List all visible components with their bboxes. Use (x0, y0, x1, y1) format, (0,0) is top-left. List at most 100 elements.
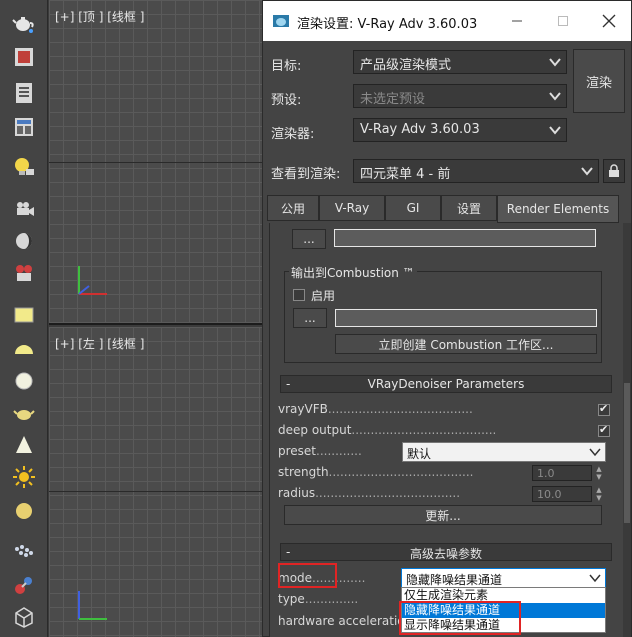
vrayvfb-label: vrayVFB (278, 402, 328, 416)
preset-label: 预设: (271, 93, 302, 108)
preset-select[interactable]: 未选定预设 (353, 84, 567, 108)
tab-gi[interactable]: GI (385, 195, 441, 221)
mode-value: 隐藏降噪结果通道 (406, 573, 503, 587)
viewport-top-label[interactable]: [+] [顶 ] [线框 ] (55, 8, 144, 25)
update-button[interactable]: 更新... (284, 505, 602, 525)
dots: ............ (316, 444, 362, 458)
target-label: 目标: (271, 59, 302, 74)
radius-label: radius (278, 486, 316, 500)
spinner-arrows-icon[interactable]: ▲ ▼ (594, 486, 604, 502)
close-button[interactable] (587, 1, 631, 41)
options-highlight-box (399, 601, 521, 635)
light-bulb-icon[interactable] (10, 154, 38, 180)
title-bar[interactable]: 渲染设置: V-Ray Adv 3.60.03 (263, 1, 631, 41)
maximize-button[interactable] (541, 1, 585, 41)
render-settings-dialog: 渲染设置: V-Ray Adv 3.60.03 目标: 产品级渲染模式 预设: … (262, 0, 632, 637)
deep-output-checkbox[interactable] (598, 423, 610, 437)
lock-icon (609, 164, 619, 177)
denoiser-rollout-title: VRayDenoiser Parameters (367, 377, 525, 391)
tab-render-elements[interactable]: Render Elements (497, 195, 619, 223)
layout-icon[interactable] (10, 114, 38, 140)
render-button[interactable]: 渲染 (573, 49, 625, 113)
renderer-select[interactable]: V-Ray Adv 3.60.03 (353, 118, 567, 142)
dots: .............. (304, 592, 359, 606)
view-to-render-value: 四元菜单 4 - 前 (360, 167, 451, 182)
dots: ...................................... (315, 486, 461, 500)
target-value: 产品级渲染模式 (360, 58, 452, 73)
denoiser-preset-value: 默认 (407, 447, 432, 461)
radius-spinner[interactable]: 10.0 (532, 486, 592, 502)
mode-highlight-box (278, 563, 337, 588)
preset-value: 未选定预设 (360, 92, 426, 107)
combustion-group-title: 输出到Combustion ™ (289, 264, 417, 281)
combustion-path-field[interactable] (335, 309, 597, 327)
scrollbar-thumb[interactable] (624, 383, 630, 523)
tool-strip (0, 0, 48, 637)
plane-icon[interactable] (10, 302, 38, 328)
preset-row: preset............ (278, 444, 362, 458)
film-camera-icon[interactable] (10, 260, 38, 286)
sun-icon[interactable] (10, 464, 38, 490)
output-path-field[interactable] (334, 229, 596, 247)
hardware-row: hardware acceleration (278, 614, 412, 628)
maximize-icon (558, 16, 568, 26)
deep-output-label: deep output (278, 423, 352, 437)
viewport-left-label[interactable]: [+] [左 ] [线框 ] (55, 335, 144, 352)
target-select[interactable]: 产品级渲染模式 (353, 50, 567, 74)
cone-icon[interactable] (10, 432, 38, 458)
advanced-rollout-header[interactable]: - 高级去噪参数 (280, 543, 612, 561)
minimize-button[interactable] (495, 1, 539, 41)
document-icon[interactable] (10, 80, 38, 106)
camera-icon[interactable] (10, 196, 38, 222)
enable-combustion-checkbox[interactable] (293, 289, 305, 301)
chevron-down-icon (549, 58, 561, 67)
axis-gizmo-icon (78, 266, 107, 295)
molecule-icon[interactable] (10, 572, 38, 598)
view-to-render-select[interactable]: 四元菜单 4 - 前 (353, 159, 599, 183)
tab-vray[interactable]: V-Ray (319, 195, 385, 221)
denoiser-rollout-header[interactable]: - VRayDenoiser Parameters (280, 375, 612, 393)
create-combustion-button[interactable]: 立即创建 Combustion 工作区... (335, 334, 597, 354)
close-icon (602, 14, 616, 28)
strength-label: strength (278, 465, 329, 479)
hardware-label: hardware acceleration (278, 614, 413, 628)
minimize-icon (512, 20, 522, 22)
type-row: type.............. (278, 592, 358, 606)
denoiser-preset-select[interactable]: 默认 (402, 442, 606, 462)
dots: ...................................... (327, 402, 473, 416)
radius-row: radius..................................… (278, 486, 460, 500)
vrayvfb-checkbox[interactable] (598, 402, 610, 416)
dots: ...................................... (328, 465, 474, 479)
view-to-render-label: 查看到渲染: (271, 167, 341, 182)
spinner-arrows-icon[interactable]: ▲ ▼ (594, 465, 604, 481)
teapot-small-icon[interactable] (10, 400, 38, 426)
tab-settings[interactable]: 设置 (441, 195, 497, 221)
chevron-down-icon (581, 167, 593, 176)
dome-icon[interactable] (10, 336, 38, 362)
tab-common[interactable]: 公用 (267, 195, 319, 221)
combustion-browse-button[interactable]: ... (293, 308, 327, 328)
render-frame-icon[interactable] (10, 44, 38, 70)
lock-view-button[interactable] (603, 159, 625, 183)
renderer-label: 渲染器: (271, 127, 315, 142)
axis-gizmo-icon (78, 591, 107, 620)
sphere-icon[interactable] (10, 368, 38, 394)
denoiser-preset-label: preset (278, 444, 317, 458)
chevron-down-icon (589, 448, 601, 457)
dialog-title: 渲染设置: V-Ray Adv 3.60.03 (297, 17, 478, 32)
renderer-value: V-Ray Adv 3.60.03 (360, 122, 480, 137)
mode-select[interactable]: 隐藏降噪结果通道 (401, 568, 606, 588)
panel-scrollbar[interactable] (623, 223, 631, 637)
ball-icon[interactable] (10, 498, 38, 524)
teapot-icon[interactable] (10, 10, 38, 36)
chevron-down-icon (549, 126, 561, 135)
particles-icon[interactable] (10, 540, 38, 566)
browse-button[interactable]: ... (292, 229, 326, 249)
wireframe-box-icon[interactable] (10, 604, 38, 630)
strength-spinner[interactable]: 1.0 (532, 465, 592, 481)
moon-shading-icon[interactable] (10, 228, 38, 254)
advanced-rollout-title: 高级去噪参数 (409, 547, 482, 561)
app-teapot-icon (273, 15, 289, 27)
dots: ...................................... (351, 423, 497, 437)
type-label: type (278, 592, 305, 606)
